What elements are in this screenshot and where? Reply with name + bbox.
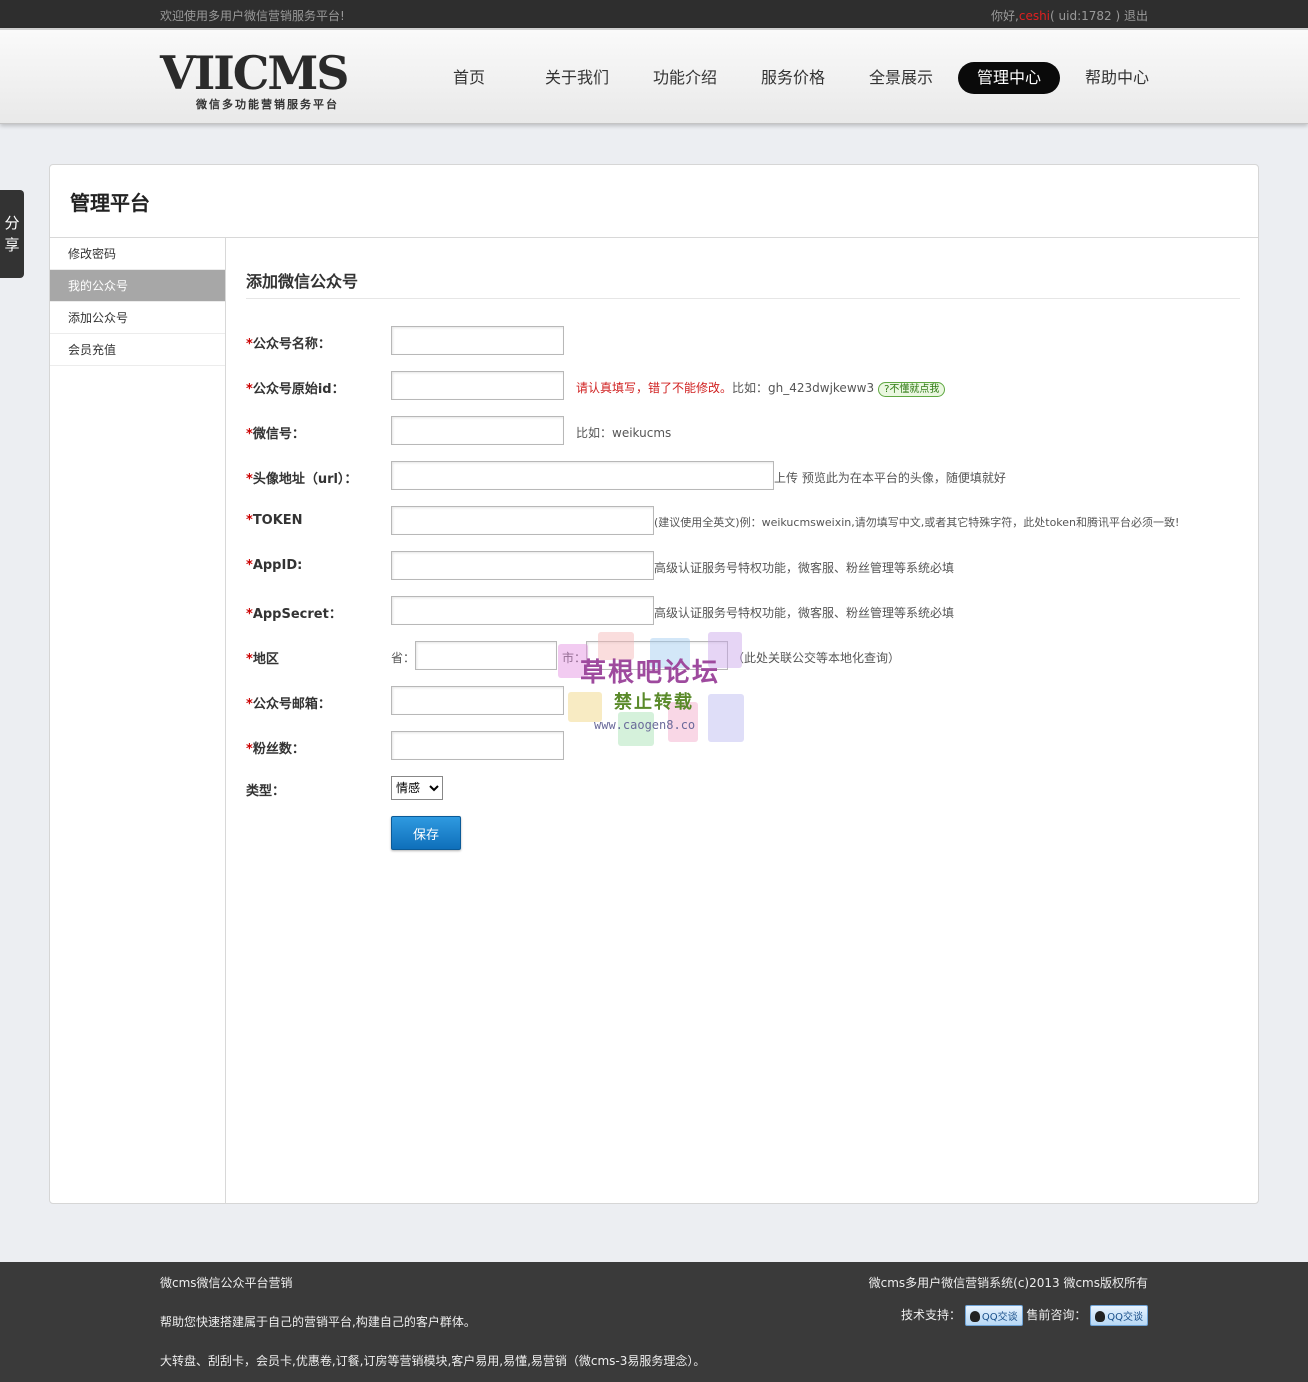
avatar-hint: 上传 预览此为在本平台的头像，随便填就好 <box>774 471 1006 485</box>
save-button[interactable]: 保存 <box>391 816 461 850</box>
form-title-divider <box>246 298 1240 299</box>
share-label-1: 分 <box>4 214 20 232</box>
nav-panorama[interactable]: 全景展示 <box>850 62 952 94</box>
logout-link[interactable]: 退出 <box>1124 9 1148 23</box>
appid-hint: 高级认证服务号特权功能，微客服、粉丝管理等系统必填 <box>654 561 955 575</box>
region-hint: （此处关联公交等本地化查询） <box>732 651 901 665</box>
account-name-input[interactable] <box>391 326 564 355</box>
qq-icon <box>969 1311 980 1322</box>
footer-contact: 技术支持： QQ交谈 售前咨询： QQ交谈 <box>901 1305 1148 1326</box>
presale-qq-button[interactable]: QQ交谈 <box>1090 1305 1148 1326</box>
qq-icon <box>1095 1311 1106 1322</box>
logo[interactable]: VIICMS 微信多功能营销服务平台 <box>160 48 375 118</box>
original-id-input[interactable] <box>391 371 564 400</box>
province-input[interactable] <box>415 641 557 670</box>
share-tab[interactable]: 分 享 <box>0 190 24 278</box>
appsecret-hint: 高级认证服务号特权功能，微客服、粉丝管理等系统必填 <box>654 606 955 620</box>
panel-divider <box>50 237 1258 238</box>
footer: 微cms微信公众平台营销 帮助您快速搭建属于自己的营销平台,构建自己的客户群体。… <box>0 1262 1308 1382</box>
token-hint: (建议使用全英文)例：weikucmsweixin,请勿填写中文,或者其它特殊字… <box>654 516 1180 529</box>
fans-label: *粉丝数： <box>246 742 305 757</box>
help-button[interactable]: ?不懂就点我 <box>878 382 946 397</box>
tech-support-label: 技术支持： <box>900 1308 961 1322</box>
city-label: 市： <box>562 651 587 665</box>
footer-features: 大转盘、刮刮卡，会员卡,优惠卷,订餐,订房等营销模块,客户易用,易懂,易营销（微… <box>160 1354 706 1368</box>
admin-panel: 管理平台 修改密码 我的公众号 添加公众号 会员充值 添加微信公众号 *公众号名… <box>49 164 1259 1204</box>
panel-title: 管理平台 <box>70 191 150 215</box>
footer-copyright: 微cms多用户微信营销系统(c)2013 微cms版权所有 <box>868 1276 1148 1290</box>
appid-input[interactable] <box>391 551 654 580</box>
greeting-text: 你好, <box>991 9 1019 23</box>
sidebar-item-add-account[interactable]: 添加公众号 <box>50 302 225 334</box>
account-name-label: *公众号名称： <box>246 337 331 352</box>
sidebar-item-recharge[interactable]: 会员充值 <box>50 334 225 366</box>
footer-tagline: 帮助您快速搭建属于自己的营销平台,构建自己的客户群体。 <box>160 1315 476 1329</box>
wechat-id-hint: 比如：weikucms <box>576 426 672 440</box>
user-info: 你好,ceshi( uid:1782 ) 退出 <box>991 7 1148 24</box>
wechat-id-label: *微信号： <box>246 427 305 442</box>
email-input[interactable] <box>391 686 564 715</box>
city-input[interactable] <box>586 641 728 670</box>
uid-text: ( uid:1782 ) <box>1050 9 1121 23</box>
token-input[interactable] <box>391 506 654 535</box>
avatar-url-input[interactable] <box>391 461 774 490</box>
appsecret-input[interactable] <box>391 596 654 625</box>
nav-features[interactable]: 功能介绍 <box>634 62 736 94</box>
logo-mark: VIICMS <box>160 46 349 100</box>
tech-support-qq-button[interactable]: QQ交谈 <box>964 1305 1023 1326</box>
nav-admin-center[interactable]: 管理中心 <box>958 62 1060 94</box>
nav-pricing[interactable]: 服务价格 <box>742 62 844 94</box>
header: VIICMS 微信多功能营销服务平台 首页 关于我们 功能介绍 服务价格 全景展… <box>0 28 1308 124</box>
welcome-text: 欢迎使用多用户微信营销服务平台! <box>160 9 345 23</box>
nav-about[interactable]: 关于我们 <box>526 62 628 94</box>
share-label-2: 享 <box>4 236 20 254</box>
sidebar-item-my-accounts[interactable]: 我的公众号 <box>50 270 225 302</box>
top-bar: 欢迎使用多用户微信营销服务平台! 你好,ceshi( uid:1782 ) 退出 <box>0 0 1308 28</box>
province-label: 省： <box>391 651 416 665</box>
preview-link[interactable]: 预览 <box>802 471 826 485</box>
avatar-url-label: *头像地址（url）： <box>246 472 358 487</box>
sidebar-item-change-password[interactable]: 修改密码 <box>50 238 225 270</box>
appid-label: *AppID: <box>246 558 303 573</box>
presale-label: 售前咨询： <box>1026 1308 1087 1322</box>
upload-link[interactable]: 上传 <box>774 471 798 485</box>
appsecret-label: *AppSecret： <box>246 607 342 622</box>
footer-brand: 微cms微信公众平台营销 <box>160 1276 293 1290</box>
sidebar: 修改密码 我的公众号 添加公众号 会员充值 <box>50 238 226 1204</box>
fans-input[interactable] <box>391 731 564 760</box>
type-select[interactable]: 情感 <box>391 776 443 800</box>
email-label: *公众号邮箱： <box>246 697 331 712</box>
nav-home[interactable]: 首页 <box>418 62 520 94</box>
main-nav: 首页 关于我们 功能介绍 服务价格 全景展示 管理中心 帮助中心 <box>418 62 1174 94</box>
original-id-label: *公众号原始id： <box>246 382 345 397</box>
type-label: 类型： <box>246 784 286 799</box>
username-link[interactable]: ceshi <box>1019 9 1050 23</box>
nav-help[interactable]: 帮助中心 <box>1066 62 1168 94</box>
token-label: *TOKEN <box>246 513 303 528</box>
wechat-id-input[interactable] <box>391 416 564 445</box>
region-label: *地区 <box>246 652 279 667</box>
form-title: 添加微信公众号 <box>246 272 359 291</box>
logo-subtitle: 微信多功能营销服务平台 <box>196 98 339 111</box>
original-id-hint: 请认真填写，错了不能修改。比如：gh_423dwjkeww3 ?不懂就点我 <box>576 379 946 397</box>
